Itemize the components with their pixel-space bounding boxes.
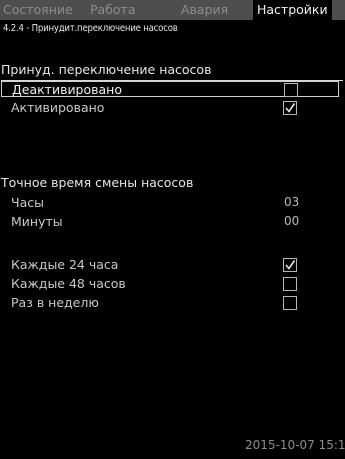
tab-settings[interactable]: Настройки <box>253 0 332 20</box>
option-every-24h-checkbox[interactable] <box>283 258 297 272</box>
option-weekly-checkbox[interactable] <box>283 296 297 310</box>
option-weekly-label: Раз в неделю <box>11 295 99 310</box>
option-activated-label: Активировано <box>11 100 105 115</box>
tab-alarm[interactable]: Авария <box>181 0 228 20</box>
option-deactivated-checkbox[interactable] <box>284 83 298 97</box>
option-every-24h-label: Каждые 24 часа <box>11 257 119 272</box>
status-datetime: 2015-10-07 15:16 <box>245 438 345 452</box>
menu-path: 4.2.4 - Принудит.переключение насосов <box>3 23 178 34</box>
hours-label: Часы <box>11 195 44 210</box>
minutes-value[interactable]: 00 <box>284 213 299 230</box>
minutes-label: Минуты <box>11 214 63 229</box>
tab-bar: Состояние Работа Авария Настройки <box>0 0 345 20</box>
option-every-48h-label: Каждые 48 часов <box>11 276 126 291</box>
tab-operation[interactable]: Работа <box>90 0 136 20</box>
forced-switch-title: Принуд. переключение насосов <box>1 62 212 77</box>
checkmark-icon <box>285 260 296 270</box>
option-every-48h-checkbox[interactable] <box>283 277 297 291</box>
tab-status[interactable]: Состояние <box>3 0 73 20</box>
hours-value[interactable]: 03 <box>284 194 299 211</box>
option-activated-checkbox[interactable] <box>283 101 297 115</box>
checkmark-icon <box>285 103 296 113</box>
option-deactivated-label: Деактивировано <box>12 82 122 97</box>
option-deactivated[interactable]: Деактивировано <box>1 81 339 97</box>
exact-time-title: Точное время смены насосов <box>1 175 194 190</box>
